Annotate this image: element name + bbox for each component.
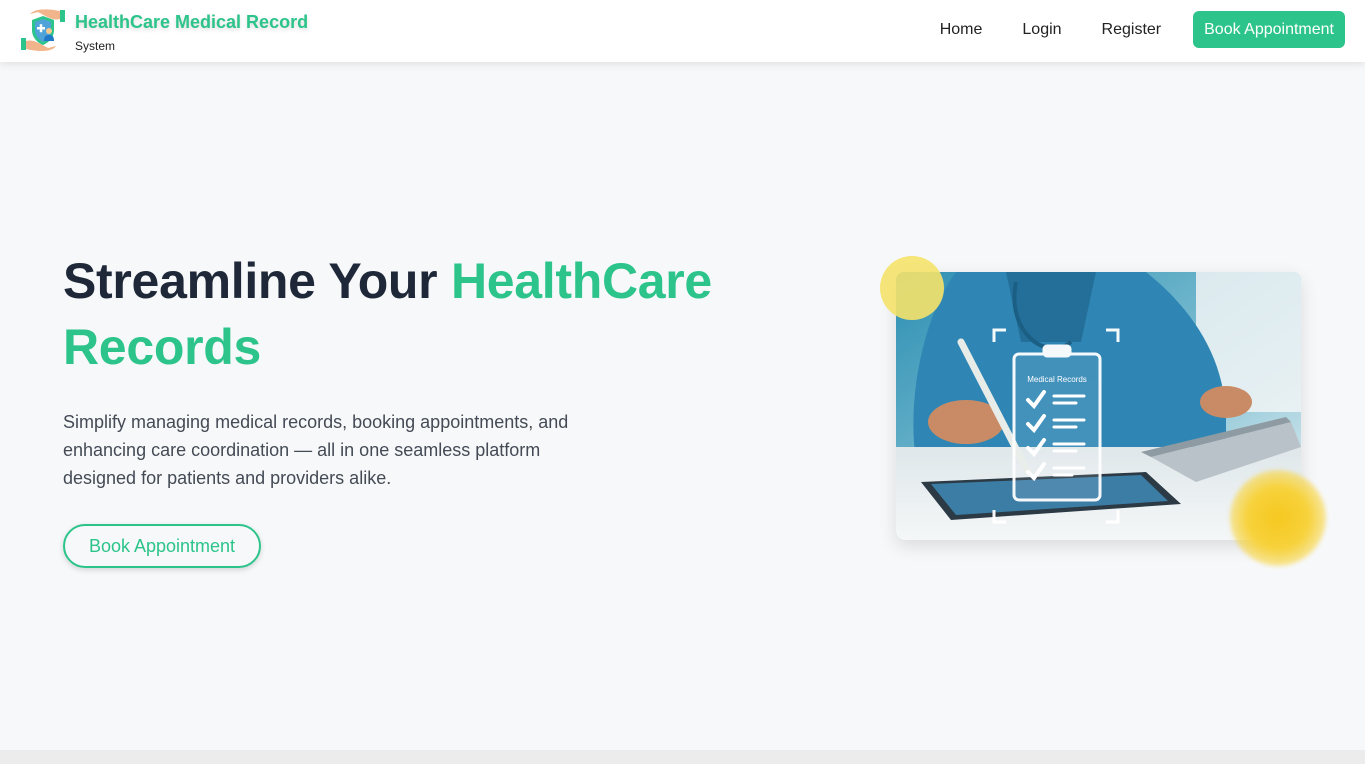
brand-title: HealthCare Medical Record bbox=[75, 12, 309, 32]
hero-book-appointment-button[interactable]: Book Appointment bbox=[63, 524, 261, 568]
nav-book-appointment-button[interactable]: Book Appointment bbox=[1193, 11, 1345, 48]
footer-strip bbox=[0, 750, 1365, 764]
decorative-yellow-dot bbox=[880, 256, 944, 320]
hero-title-part2: Records bbox=[63, 319, 261, 375]
main-nav: Home Login Register Book Appointment bbox=[920, 11, 1345, 48]
decorative-glow-dot bbox=[1230, 470, 1326, 566]
nav-login-link[interactable]: Login bbox=[1002, 13, 1081, 47]
hero-description: Simplify managing medical records, booki… bbox=[63, 412, 569, 488]
nav-register-link[interactable]: Register bbox=[1082, 13, 1182, 47]
brand[interactable]: HealthCare Medical Record System bbox=[20, 8, 308, 54]
hero-title-accent: HealthCare bbox=[450, 253, 712, 309]
hero-title: Streamline Your HealthCare Records bbox=[63, 248, 823, 380]
navbar: HealthCare Medical Record System Home Lo… bbox=[0, 0, 1365, 62]
brand-subtitle: System bbox=[75, 39, 116, 53]
image-caption: Medical Records bbox=[1027, 375, 1087, 384]
hero-title-part1: Streamline Your bbox=[63, 253, 451, 309]
nav-home-link[interactable]: Home bbox=[920, 13, 1003, 47]
medical-shield-hands-icon bbox=[21, 9, 65, 51]
